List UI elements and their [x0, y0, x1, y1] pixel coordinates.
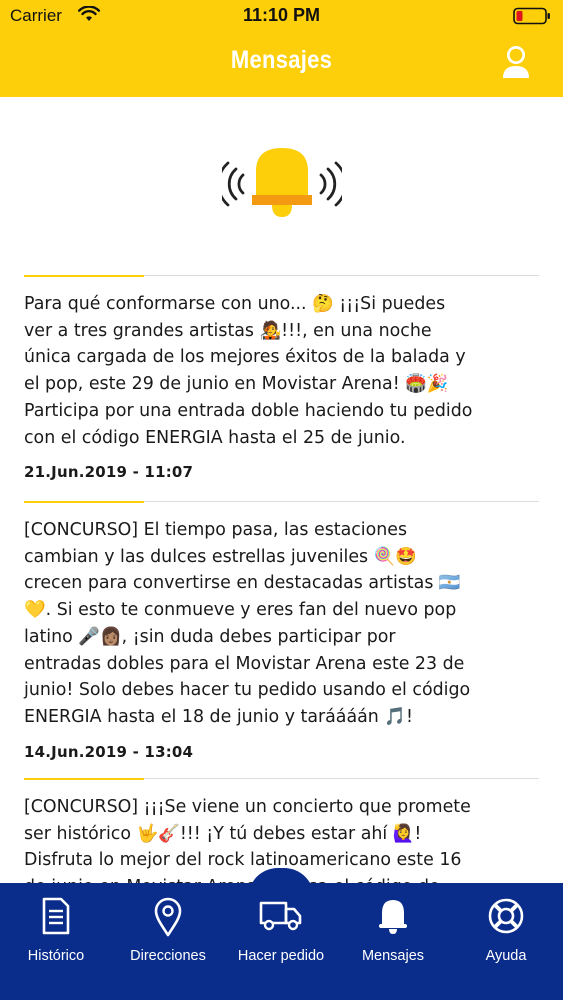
- truck-icon: [225, 897, 337, 939]
- page-title: Mensajes: [230, 46, 333, 74]
- tab-direcciones[interactable]: Direcciones: [112, 883, 224, 1000]
- message-item: Para qué conformarse con uno... 🤔 ¡¡¡Si …: [0, 275, 563, 493]
- tab-label: Hacer pedido: [237, 948, 325, 964]
- tab-hacer-pedido[interactable]: Hacer pedido: [225, 883, 337, 1000]
- lifebuoy-icon: [450, 897, 562, 939]
- tab-label: Mensajes: [361, 948, 425, 964]
- tab-mensajes[interactable]: Mensajes: [337, 883, 449, 1000]
- message-item: [CONCURSO] El tiempo pasa, las estacione…: [0, 501, 563, 773]
- message-date: 14.Jun.2019 - 13:04: [24, 742, 194, 761]
- location-pin-icon: [112, 897, 224, 939]
- tab-ayuda[interactable]: Ayuda: [450, 883, 562, 1000]
- message-text: [CONCURSO] El tiempo pasa, las estacione…: [24, 520, 471, 727]
- tab-label: Direcciones: [130, 948, 206, 964]
- tab-bar: Histórico Direcciones Hacer pedido Mensa…: [0, 883, 563, 1000]
- tab-label: Histórico: [27, 948, 85, 964]
- tab-label: Ayuda: [485, 948, 527, 964]
- document-icon: [0, 897, 112, 939]
- battery-icon: [513, 7, 551, 30]
- message-text: Para qué conformarse con uno... 🤔 ¡¡¡Si …: [24, 294, 473, 448]
- tab-historico[interactable]: Histórico: [0, 883, 112, 1000]
- bell-ringing-icon: [217, 143, 347, 225]
- user-icon: [501, 46, 531, 86]
- profile-button[interactable]: [501, 44, 531, 82]
- message-date: 21.Jun.2019 - 11:07: [24, 463, 194, 482]
- bell-icon: [337, 897, 449, 939]
- status-bar: Carrier 11:10 PM: [0, 0, 563, 32]
- status-time: 11:10 PM: [242, 5, 321, 25]
- app-header: Carrier 11:10 PM Mensajes: [0, 0, 563, 97]
